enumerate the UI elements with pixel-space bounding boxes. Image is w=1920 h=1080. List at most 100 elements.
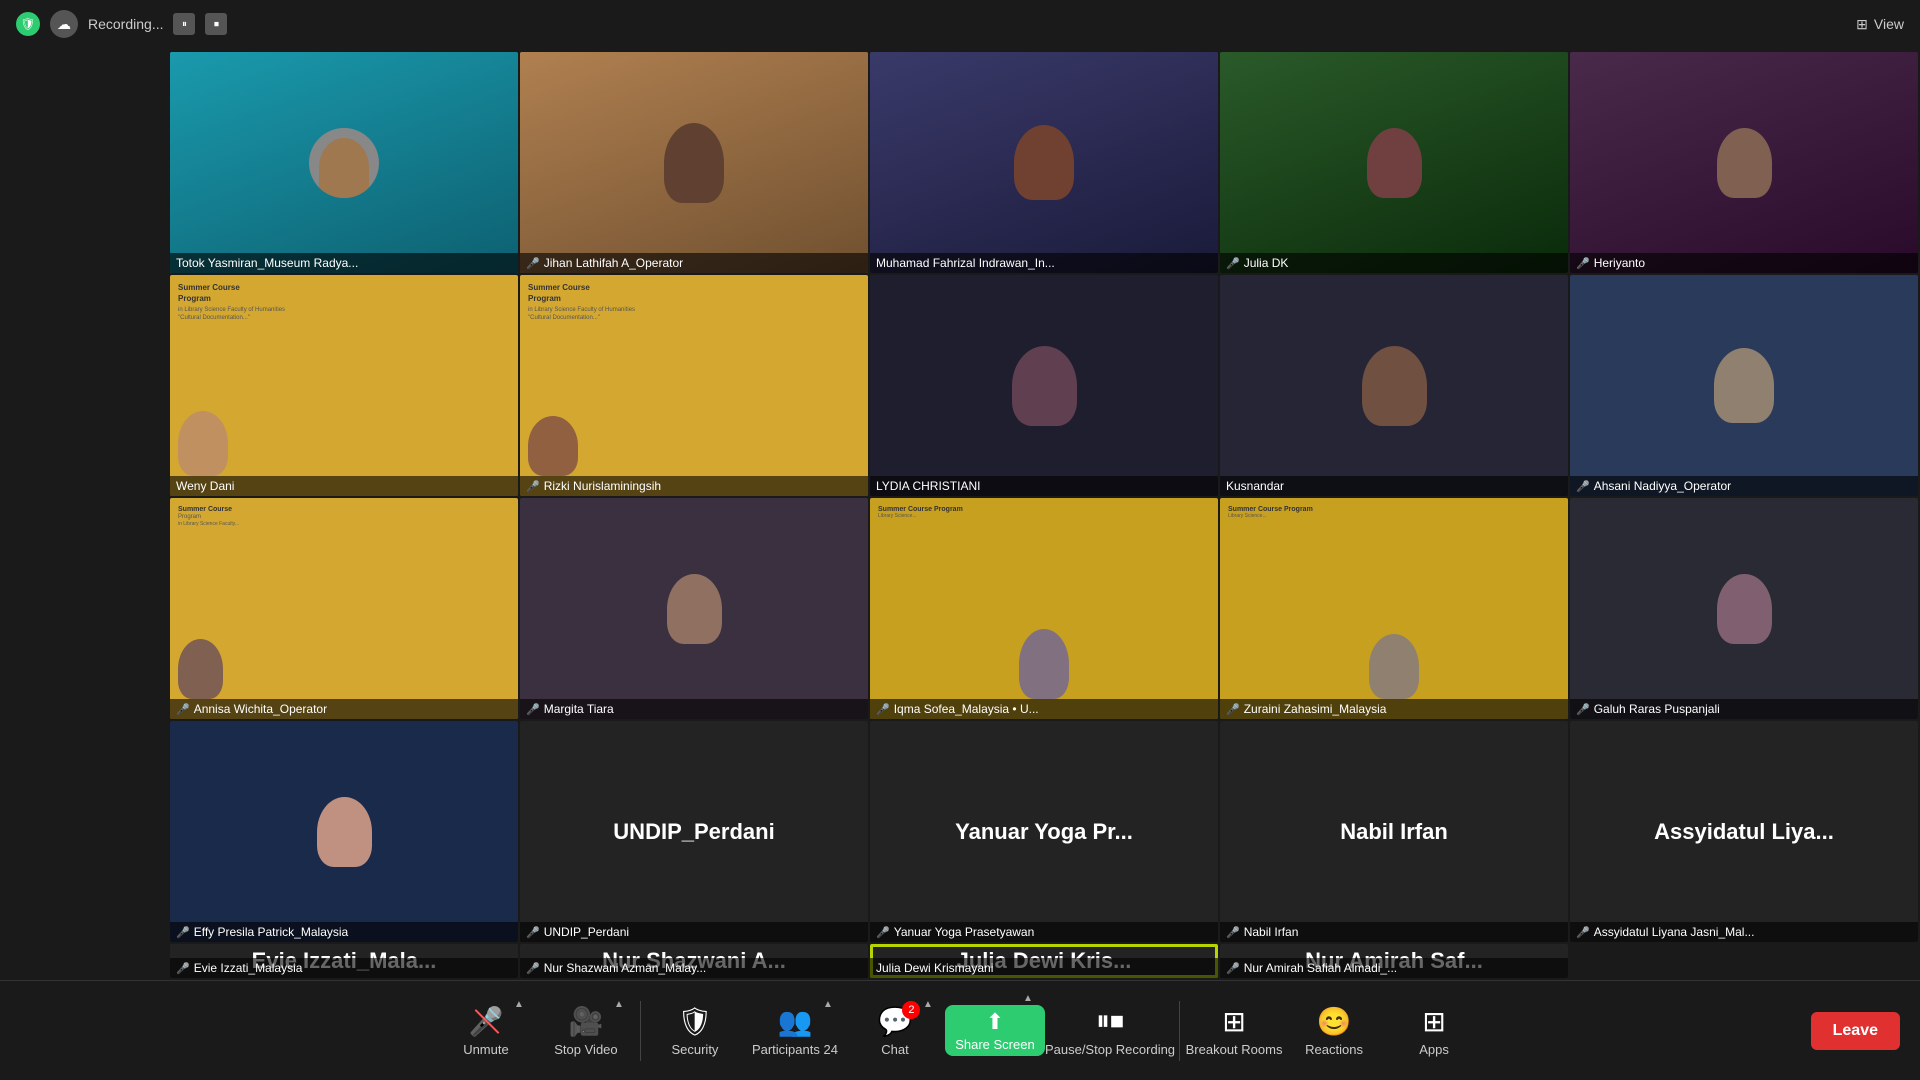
- tile-participant-name: Heriyanto: [1594, 256, 1645, 270]
- video-tile: Summer Course Program in Library Science…: [170, 498, 518, 719]
- mute-icon: 🎤: [526, 962, 540, 975]
- tile-participant-name: Zuraini Zahasimi_Malaysia: [1244, 702, 1387, 716]
- stop-video-button[interactable]: 🎥 Stop Video ▲: [536, 981, 636, 1080]
- tile-display-name: Yanuar Yoga Pr...: [951, 815, 1137, 849]
- tile-participant-name: Kusnandar: [1226, 479, 1284, 493]
- tile-participant-name: Jihan Lathifah A_Operator: [544, 256, 683, 270]
- mute-icon: 🎤: [176, 703, 190, 716]
- unmute-label: Unmute: [463, 1042, 509, 1057]
- toolbar-divider: [640, 1001, 641, 1061]
- pause-stop-recording-label: Pause/Stop Recording: [1045, 1042, 1175, 1057]
- recording-icon: ⏸⏹: [1096, 1005, 1124, 1038]
- video-tile: Assyidatul Liya... 🎤 Assyidatul Liyana J…: [1570, 721, 1918, 942]
- top-bar: 🛡 ☁ Recording... ⏸ ⏹ ⊞ View: [0, 0, 1920, 48]
- video-tile: 🎤 Jihan Lathifah A_Operator: [520, 52, 868, 273]
- tile-participant-name: Julia Dewi Krismayani: [876, 961, 993, 975]
- view-label: View: [1874, 16, 1904, 32]
- tile-name: Weny Dani: [170, 476, 518, 496]
- microphone-muted-icon: 🎤: [469, 1005, 504, 1038]
- unmute-button[interactable]: 🎤 Unmute ▲: [436, 981, 536, 1080]
- video-tile: Yanuar Yoga Pr... 🎤 Yanuar Yoga Prasetya…: [870, 721, 1218, 942]
- tile-name: Muhamad Fahrizal Indrawan_In...: [870, 253, 1218, 273]
- video-tile: 🎤 Julia DK: [1220, 52, 1568, 273]
- stop-video-label: Stop Video: [554, 1042, 617, 1057]
- tile-name: 🎤 Iqma Sofea_Malaysia • U...: [870, 699, 1218, 719]
- participants-label: Participants 24: [752, 1042, 838, 1057]
- video-tile: 🎤 Ahsani Nadiyya_Operator: [1570, 275, 1918, 496]
- breakout-rooms-button[interactable]: ⊞ Breakout Rooms: [1184, 981, 1284, 1080]
- chat-caret[interactable]: ▲: [923, 999, 933, 1010]
- security-button[interactable]: 🛡 Security: [645, 981, 745, 1080]
- shield-toolbar-icon: 🛡: [677, 1005, 713, 1038]
- tile-name: LYDIA CHRISTIANI: [870, 476, 1218, 496]
- video-tile: 🎤 Galuh Raras Puspanjali: [1570, 498, 1918, 719]
- pause-recording-button[interactable]: ⏸: [173, 13, 195, 35]
- mute-icon: 🎤: [1226, 257, 1240, 270]
- mute-icon: 🎤: [176, 926, 190, 939]
- participants-caret[interactable]: ▲: [823, 999, 833, 1010]
- apps-button[interactable]: ⊞ Apps: [1384, 981, 1484, 1080]
- stop-recording-button[interactable]: ⏹: [205, 13, 227, 35]
- tile-name: 🎤 Rizki Nurislaminingsih: [520, 476, 868, 496]
- tile-participant-name: UNDIP_Perdani: [544, 925, 629, 939]
- share-screen-caret[interactable]: ▲: [1023, 993, 1033, 1004]
- mute-icon: 🎤: [526, 926, 540, 939]
- tile-name: 🎤 Galuh Raras Puspanjali: [1570, 699, 1918, 719]
- share-screen-button[interactable]: ⬆ Share Screen ▲: [945, 981, 1045, 1080]
- tile-participant-name: Muhamad Fahrizal Indrawan_In...: [876, 256, 1055, 270]
- tile-name: 🎤 UNDIP_Perdani: [520, 922, 868, 942]
- tile-participant-name: Julia DK: [1244, 256, 1289, 270]
- chat-badge: 2: [902, 1001, 920, 1019]
- view-button[interactable]: ⊞ View: [1856, 16, 1904, 33]
- toolbar-divider-2: [1179, 1001, 1180, 1061]
- video-tile: Totok Yasmiran_Museum Radya...: [170, 52, 518, 273]
- mute-icon: 🎤: [1226, 962, 1240, 975]
- pause-stop-recording-button[interactable]: ⏸⏹ Pause/Stop Recording: [1045, 981, 1175, 1080]
- tile-participant-name: Nur Shazwani Azman_Malay...: [544, 961, 707, 975]
- participants-button[interactable]: 👥 Participants 24 ▲: [745, 981, 845, 1080]
- tile-participant-name: Evie Izzati_Malaysia: [194, 961, 303, 975]
- tile-name: 🎤 Zuraini Zahasimi_Malaysia: [1220, 699, 1568, 719]
- tile-name: 🎤 Nabil Irfan: [1220, 922, 1568, 942]
- tile-name: 🎤 Nur Amirah Safiah Almadi_...: [1220, 958, 1568, 978]
- tile-participant-name: Weny Dani: [176, 479, 234, 493]
- video-tile: Summer Course Program in Library Science…: [520, 275, 868, 496]
- mute-icon: 🎤: [176, 962, 190, 975]
- unmute-caret[interactable]: ▲: [514, 999, 524, 1010]
- mute-icon: 🎤: [1226, 926, 1240, 939]
- tile-name: 🎤 Ahsani Nadiyya_Operator: [1570, 476, 1918, 496]
- participants-icon: 👥: [778, 1005, 813, 1038]
- tile-name: 🎤 Heriyanto: [1570, 253, 1918, 273]
- top-bar-left: 🛡 ☁ Recording... ⏸ ⏹: [16, 10, 227, 38]
- share-screen-label: Share Screen: [955, 1037, 1035, 1052]
- video-tile: 🎤 Effy Presila Patrick_Malaysia: [170, 721, 518, 942]
- stop-video-caret[interactable]: ▲: [614, 999, 624, 1010]
- share-screen-icon: ⬆: [986, 1009, 1004, 1035]
- tile-display-name: Nabil Irfan: [1336, 815, 1452, 849]
- leave-button[interactable]: Leave: [1811, 1012, 1900, 1050]
- tile-name: 🎤 Julia DK: [1220, 253, 1568, 273]
- video-tile: LYDIA CHRISTIANI: [870, 275, 1218, 496]
- tile-participant-name: Rizki Nurislaminingsih: [544, 479, 661, 493]
- tile-name: 🎤 Evie Izzati_Malaysia: [170, 958, 518, 978]
- tile-participant-name: Nabil Irfan: [1244, 925, 1299, 939]
- video-tile: Summer Course Program Library Science...…: [870, 498, 1218, 719]
- breakout-rooms-icon: ⊞: [1222, 1005, 1245, 1038]
- tile-participant-name: Totok Yasmiran_Museum Radya...: [176, 256, 358, 270]
- bottom-toolbar: 🎤 Unmute ▲ 🎥 Stop Video ▲ 🛡 Security 👥 P…: [0, 980, 1920, 1080]
- reactions-button[interactable]: 😊 Reactions: [1284, 981, 1384, 1080]
- tile-participant-name: Iqma Sofea_Malaysia • U...: [894, 702, 1039, 716]
- video-tile: Nur Amirah Saf... 🎤 Nur Amirah Safiah Al…: [1220, 944, 1568, 978]
- tile-name: Totok Yasmiran_Museum Radya...: [170, 253, 518, 273]
- video-tile: 🎤 Heriyanto: [1570, 52, 1918, 273]
- tile-participant-name: Annisa Wichita_Operator: [194, 702, 327, 716]
- mute-icon: 🎤: [1576, 926, 1590, 939]
- apps-icon: ⊞: [1422, 1005, 1445, 1038]
- tile-name: 🎤 Effy Presila Patrick_Malaysia: [170, 922, 518, 942]
- tile-participant-name: Assyidatul Liyana Jasni_Mal...: [1594, 925, 1755, 939]
- video-tile-active-speaker: Julia Dewi Kris... Julia Dewi Krismayani: [870, 944, 1218, 978]
- tile-participant-name: Yanuar Yoga Prasetyawan: [894, 925, 1035, 939]
- mute-icon: 🎤: [526, 480, 540, 493]
- chat-button[interactable]: 💬 2 Chat ▲: [845, 981, 945, 1080]
- mute-icon: 🎤: [1576, 480, 1590, 493]
